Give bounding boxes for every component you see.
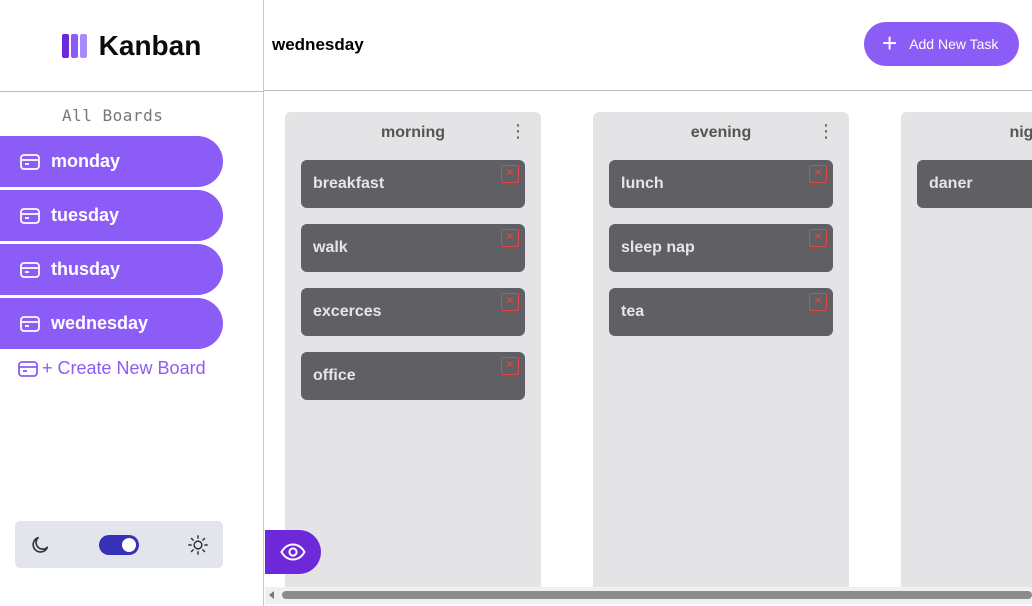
task-title: sleep nap — [621, 239, 695, 256]
task-card[interactable]: excerces ✕ — [301, 288, 525, 336]
add-new-task-label: Add New Task — [909, 36, 999, 52]
column-night: night ⋮ daner✕ — [901, 112, 1032, 592]
column-morning: morning ⋮ breakfast ✕ walk ✕ excerces ✕ off… — [285, 112, 541, 592]
delete-task-icon[interactable]: ✕ — [809, 293, 827, 311]
task-card[interactable]: tea ✕ — [609, 288, 833, 336]
task-title: excerces — [313, 303, 382, 320]
board-icon — [20, 207, 40, 224]
all-boards-label: All Boards — [62, 106, 164, 125]
sidebar-item-thusday[interactable]: thusday — [0, 244, 223, 295]
task-title: office — [313, 367, 356, 384]
delete-task-icon[interactable]: ✕ — [501, 293, 519, 311]
sidebar-item-label: tuesday — [51, 205, 120, 225]
sidebar: All Boards monday tuesday thusday wednes… — [0, 91, 264, 606]
task-title: breakfast — [313, 175, 385, 192]
sidebar-item-label: wednesday — [51, 313, 149, 333]
sidebar-item-label: monday — [51, 151, 121, 171]
show-sidebar-button[interactable] — [265, 530, 321, 574]
task-card[interactable]: daner✕ — [917, 160, 1032, 208]
toggle-knob — [122, 537, 136, 552]
delete-task-icon[interactable]: ✕ — [501, 357, 519, 375]
theme-toggle[interactable] — [99, 534, 139, 555]
eye-icon — [280, 543, 306, 561]
column-title: morning — [381, 124, 445, 141]
task-title: walk — [313, 239, 348, 256]
sun-icon — [188, 534, 208, 555]
board-icon — [20, 315, 40, 332]
delete-task-icon[interactable]: ✕ — [501, 229, 519, 247]
header: wednesday + Add New Task — [264, 0, 1032, 91]
sidebar-item-monday[interactable]: monday — [0, 136, 223, 187]
column-evening: evening ⋮ lunch ✕ sleep nap ✕ tea ✕ — [593, 112, 849, 592]
task-title: daner — [929, 175, 973, 192]
task-card[interactable]: office ✕ — [301, 352, 525, 400]
logo-text: Kanban — [98, 29, 202, 61]
column-menu-icon[interactable]: ⋮ — [817, 122, 835, 140]
task-card[interactable]: walk ✕ — [301, 224, 525, 272]
plus-icon: + — [882, 28, 898, 58]
board-icon — [20, 153, 40, 170]
page-title: wednesday — [272, 35, 364, 54]
task-card[interactable]: sleep nap ✕ — [609, 224, 833, 272]
horizontal-scrollbar[interactable] — [265, 587, 1032, 604]
delete-task-icon[interactable]: ✕ — [501, 165, 519, 183]
column-menu-icon[interactable]: ⋮ — [509, 122, 527, 140]
board-area: morning ⋮ breakfast ✕ walk ✕ excerces ✕ off… — [265, 92, 1032, 606]
board-icon — [20, 261, 40, 278]
kanban-logo-icon — [61, 33, 87, 58]
column-title: night — [1009, 124, 1032, 141]
task-card[interactable]: breakfast ✕ — [301, 160, 525, 208]
sidebar-item-tuesday[interactable]: tuesday — [0, 190, 223, 241]
create-new-board-button[interactable]: + Create New Board — [18, 358, 206, 379]
scroll-left-arrow-icon[interactable] — [269, 591, 274, 599]
task-card[interactable]: lunch ✕ — [609, 160, 833, 208]
column-title: evening — [690, 124, 752, 141]
sidebar-item-label: thusday — [51, 259, 121, 279]
task-title: tea — [621, 303, 645, 320]
sidebar-item-wednesday[interactable]: wednesday — [0, 298, 223, 349]
moon-icon — [32, 536, 49, 553]
theme-switcher — [15, 521, 223, 568]
delete-task-icon[interactable]: ✕ — [809, 229, 827, 247]
add-new-task-button[interactable]: + Add New Task — [864, 22, 1019, 66]
create-new-board-label: + Create New Board — [42, 358, 206, 378]
logo-area: Kanban — [0, 0, 264, 91]
task-title: lunch — [621, 175, 664, 192]
scrollbar-thumb[interactable] — [282, 591, 1032, 599]
board-icon — [18, 360, 38, 377]
delete-task-icon[interactable]: ✕ — [809, 165, 827, 183]
kanban-app: Kanban wednesday + Add New Task All Boar… — [0, 0, 1032, 606]
